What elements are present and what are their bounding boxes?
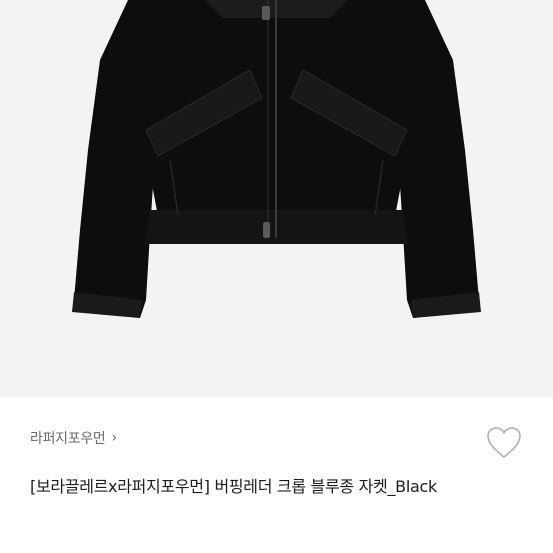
product-title: [보라끌레르x라퍼지포우먼] 버핑레더 크롭 블루종 자켓_Black [30,477,437,496]
heart-outline-icon[interactable] [486,426,522,460]
wishlist-button[interactable] [486,426,522,460]
zipper-pull-bottom [263,222,270,238]
product-image[interactable] [0,0,553,397]
zipper-pull-top [262,6,270,20]
brand-link[interactable]: 라퍼지포우먼 › [30,426,117,450]
brand-name: 라퍼지포우먼 [30,431,106,447]
chevron-right-icon: › [111,430,117,446]
product-card: 라퍼지포우먼 › [보라끌레르x라퍼지포우먼] 버핑레더 크롭 블루종 자켓_B… [0,0,553,553]
jacket-illustration [72,0,481,318]
